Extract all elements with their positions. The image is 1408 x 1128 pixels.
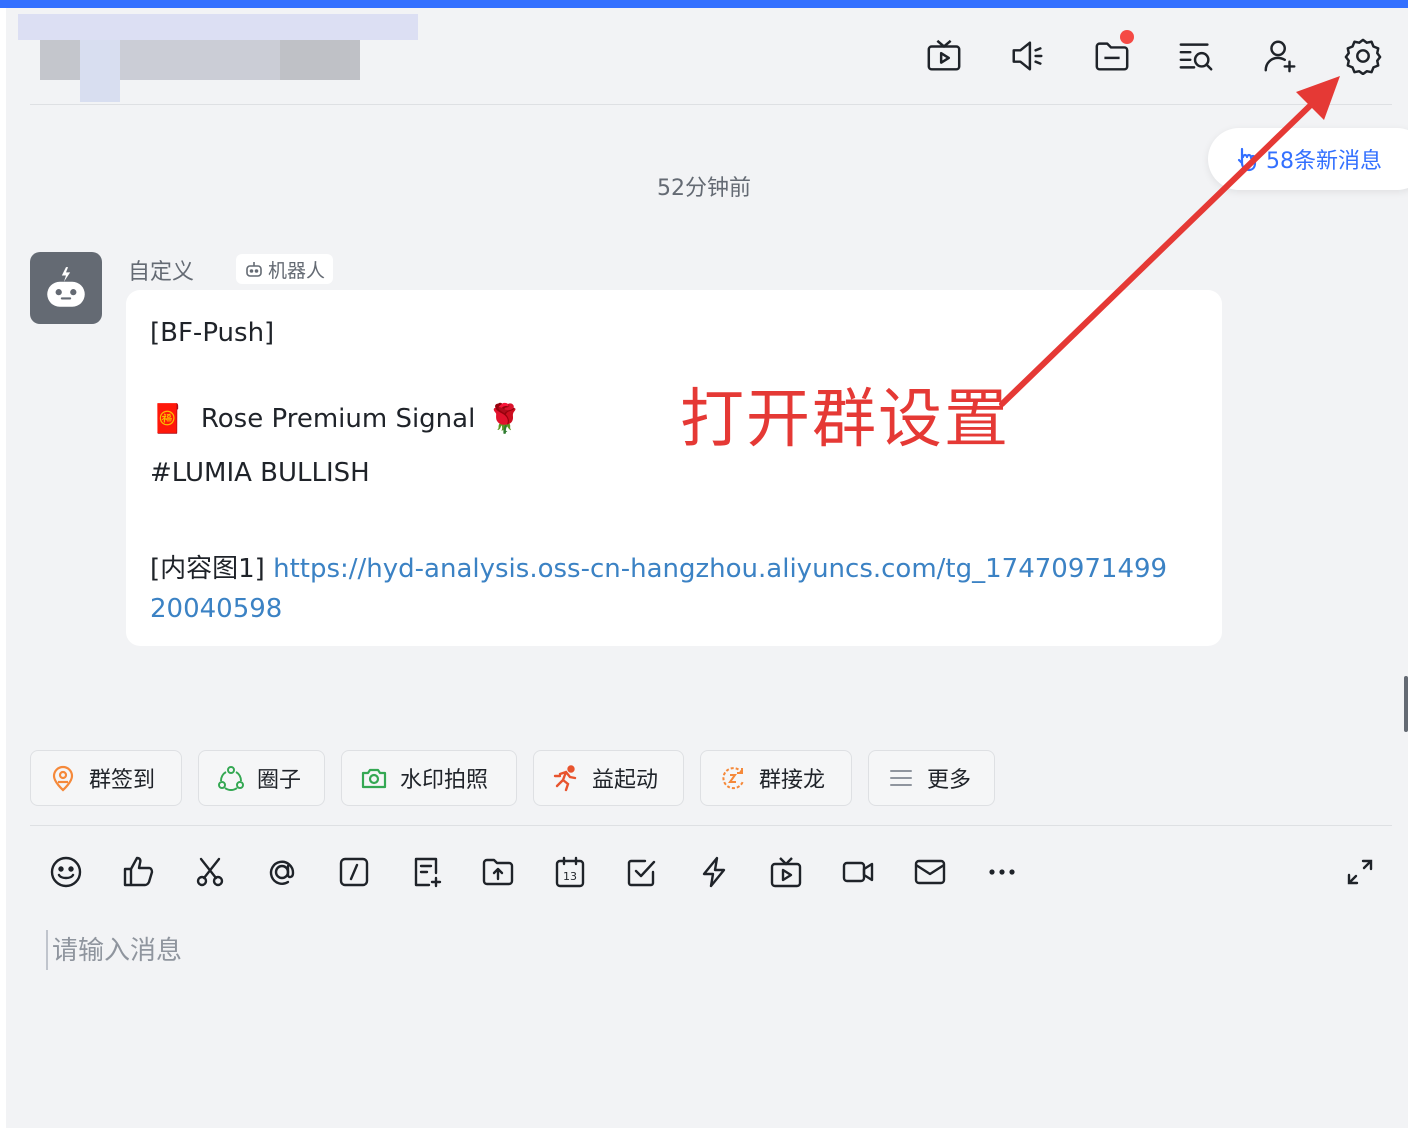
quick-action-label: 圈子	[257, 768, 302, 793]
search-history-icon[interactable]	[1176, 36, 1216, 76]
signal-title: Rose Premium Signal	[200, 403, 476, 434]
quick-action-yiqidong[interactable]: 益起动	[533, 750, 684, 806]
slash-command-icon[interactable]	[334, 852, 374, 892]
calendar-icon[interactable]: 13	[550, 852, 590, 892]
running-icon	[553, 765, 577, 792]
rose-emoji: 🌹	[487, 402, 523, 435]
message-line-header: [BF-Push]	[150, 318, 275, 348]
quick-action-label: 群接龙	[759, 768, 826, 793]
video-call-icon[interactable]	[838, 852, 878, 892]
menu-icon	[890, 770, 912, 786]
circle-group-icon	[218, 766, 244, 791]
quick-action-watermark-camera[interactable]: 水印拍照	[341, 750, 517, 806]
scissors-icon[interactable]	[190, 852, 230, 892]
expand-icon[interactable]	[1340, 852, 1380, 892]
mention-icon[interactable]	[262, 852, 302, 892]
quick-action-label: 群签到	[89, 768, 156, 793]
message-line-hashtag: #LUMIA BULLISH	[150, 458, 370, 488]
quick-action-relay[interactable]: 群接龙	[700, 750, 852, 806]
task-check-icon[interactable]	[622, 852, 662, 892]
emoji-icon[interactable]	[46, 852, 86, 892]
live-stream-icon[interactable]	[766, 852, 806, 892]
image-link-continued[interactable]: 20040598	[150, 594, 282, 624]
quick-action-checkin[interactable]: 群签到	[30, 750, 182, 806]
message-bubble[interactable]: [BF-Push] 🧧 Rose Premium Signal 🌹 #LUMIA…	[126, 290, 1222, 646]
top-accent-bar	[0, 0, 1408, 8]
relay-icon	[722, 767, 744, 790]
message-line-link: [内容图1] https://hyd-analysis.oss-cn-hangz…	[150, 548, 1167, 585]
quick-action-label: 水印拍照	[400, 768, 489, 793]
quick-action-more[interactable]: 更多	[868, 750, 995, 806]
quick-action-label: 益起动	[592, 768, 659, 793]
pointer-down-icon	[1237, 147, 1257, 172]
blurred-group-title	[18, 14, 418, 104]
upload-file-icon[interactable]	[478, 852, 518, 892]
quick-action-circle[interactable]: 圈子	[198, 750, 325, 806]
announcement-icon[interactable]	[1008, 36, 1048, 76]
message-line-signal: 🧧 Rose Premium Signal 🌹	[150, 402, 522, 435]
mail-icon[interactable]	[910, 852, 950, 892]
header-divider	[30, 104, 1392, 105]
image-link[interactable]: https://hyd-analysis.oss-cn-hangzhou.ali…	[273, 554, 1167, 584]
lightning-icon[interactable]	[694, 852, 734, 892]
location-pin-icon	[52, 765, 74, 792]
settings-icon[interactable]	[1343, 36, 1383, 76]
bot-tag-label: 机器人	[268, 259, 326, 282]
more-icon[interactable]	[982, 852, 1022, 892]
sender-name[interactable]: 自定义	[128, 254, 194, 286]
bot-tag: 机器人	[236, 254, 334, 284]
robot-tag-icon	[246, 262, 262, 277]
composer-divider	[30, 825, 1392, 826]
add-member-icon[interactable]	[1260, 36, 1300, 76]
message-input[interactable]: 请输入消息	[46, 930, 1346, 970]
bot-avatar[interactable]	[30, 252, 102, 324]
quick-action-label: 更多	[927, 768, 972, 793]
svg-text:13: 13	[563, 870, 577, 883]
content-image-label: [内容图1]	[150, 554, 265, 584]
live-icon[interactable]	[924, 36, 964, 76]
folder-icon[interactable]	[1092, 30, 1134, 76]
red-envelope-emoji: 🧧	[150, 402, 185, 435]
message-timestamp: 52分钟前	[657, 176, 751, 201]
notification-dot	[1120, 30, 1134, 44]
camera-icon	[361, 768, 387, 789]
robot-icon	[47, 267, 85, 307]
scrollbar-thumb[interactable]	[1404, 676, 1408, 732]
thumbs-up-icon[interactable]	[118, 852, 158, 892]
annotation-text: 打开群设置	[680, 383, 1010, 457]
doc-add-icon[interactable]	[406, 852, 446, 892]
